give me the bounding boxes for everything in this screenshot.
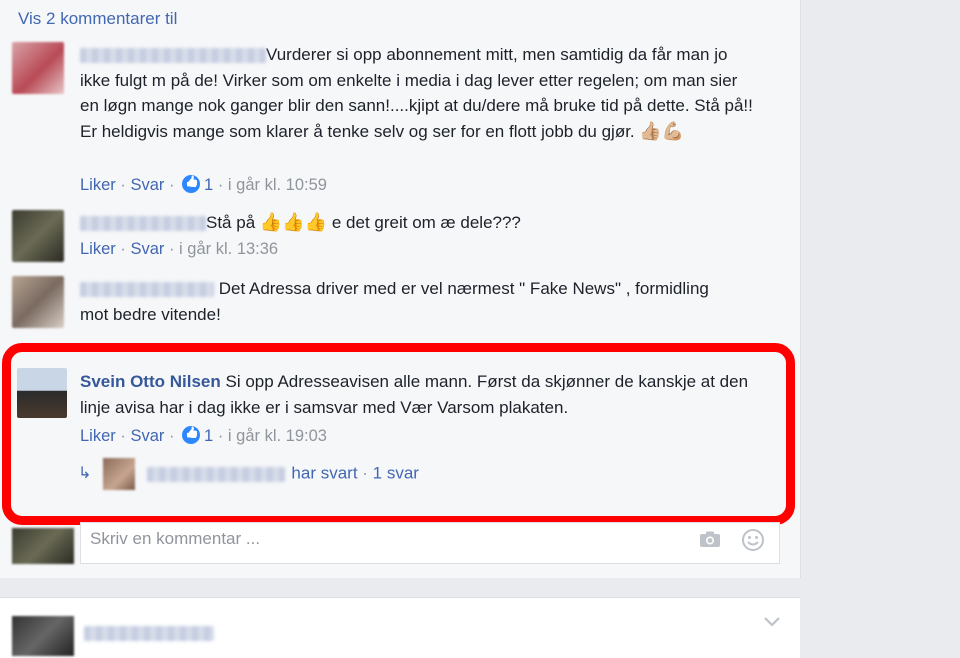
comment-time[interactable]: i går kl. 10:59 xyxy=(228,176,327,194)
composer-placeholder: Skriv en kommentar ... xyxy=(90,529,261,548)
comment-body: Vurderer si opp abonnement mitt, men sam… xyxy=(80,42,760,144)
comment-composer[interactable]: Skriv en kommentar ... xyxy=(80,522,780,564)
avatar[interactable] xyxy=(12,210,64,262)
post-author-blurred[interactable] xyxy=(84,626,214,641)
comment-text-continued: e det greit om æ dele??? xyxy=(331,213,521,232)
reply-button[interactable]: Svar xyxy=(130,240,164,258)
smiley-icon[interactable] xyxy=(741,528,765,552)
avatar[interactable] xyxy=(12,276,64,328)
comment-actions: Liker · Svar · i går kl. 13:36 xyxy=(80,240,279,258)
comment-actions: Liker · Svar · 1 · i går kl. 10:59 xyxy=(80,175,327,195)
like-badge-icon xyxy=(182,175,201,193)
next-post-card xyxy=(0,597,800,658)
camera-icon[interactable] xyxy=(699,531,721,548)
author-name-blurred[interactable] xyxy=(80,48,266,64)
comment-body: Stå på 👍👍👍 e det greit om æ dele??? xyxy=(80,210,760,236)
chevron-down-icon[interactable] xyxy=(762,616,782,628)
view-more-comments-link[interactable]: Vis 2 kommentarer til xyxy=(18,9,177,29)
emoji-reaction: 👍🏼💪🏼 xyxy=(639,120,685,141)
comment-thread: Vis 2 kommentarer til Vurderer si opp ab… xyxy=(0,0,801,578)
comment-item: Det Adressa driver med er vel nærmest " … xyxy=(12,276,782,332)
reply-button[interactable]: Svar xyxy=(130,176,164,194)
emoji-reaction: 👍👍👍 xyxy=(259,212,328,232)
comment-time[interactable]: i går kl. 13:36 xyxy=(179,240,278,258)
like-button[interactable]: Liker xyxy=(80,176,116,194)
like-button[interactable]: Liker xyxy=(80,240,116,258)
comment-item: Vurderer si opp abonnement mitt, men sam… xyxy=(12,42,782,202)
composer-avatar xyxy=(12,528,74,564)
like-count[interactable]: 1 xyxy=(204,176,213,194)
author-name-blurred[interactable] xyxy=(80,282,214,298)
comment-item: Stå på 👍👍👍 e det greit om æ dele??? Like… xyxy=(12,210,782,266)
highlight-annotation-box xyxy=(2,343,795,525)
comment-text: Stå på xyxy=(206,213,256,232)
avatar[interactable] xyxy=(12,42,64,94)
author-name-blurred[interactable] xyxy=(80,216,206,232)
comment-body: Det Adressa driver med er vel nærmest " … xyxy=(80,276,720,327)
avatar[interactable] xyxy=(12,616,74,656)
